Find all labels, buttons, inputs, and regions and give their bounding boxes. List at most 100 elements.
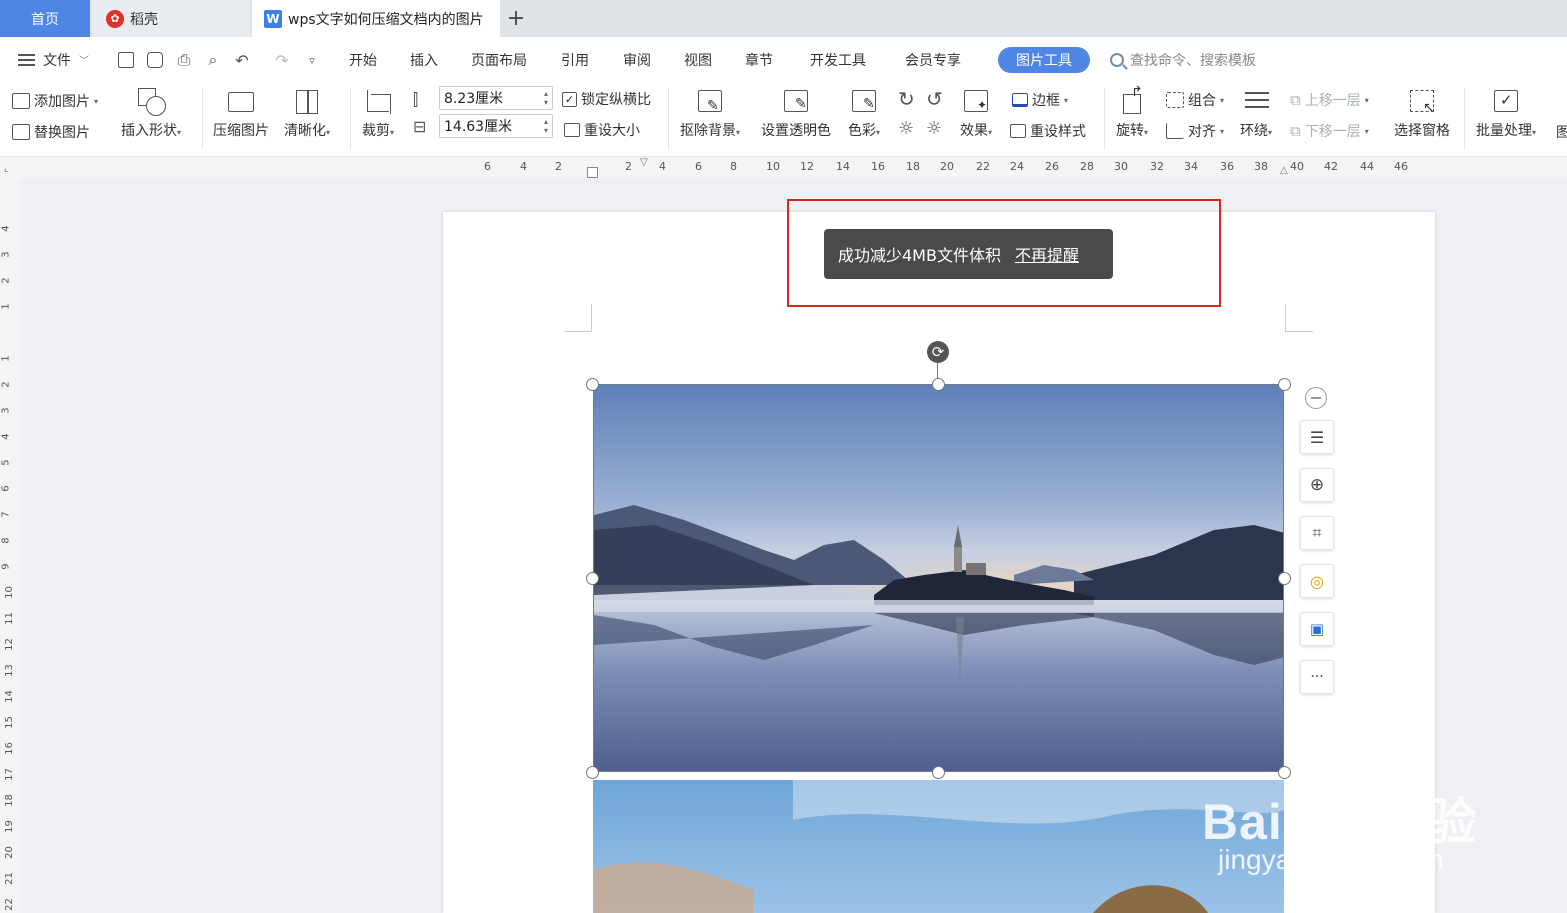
align-button[interactable]: 对齐 ▾ bbox=[1166, 121, 1224, 141]
resize-handle-bottom[interactable] bbox=[932, 766, 945, 779]
tab-home[interactable]: 首页 bbox=[0, 0, 90, 37]
horizontal-ruler[interactable]: ⌞ 6 4 2 2 4 6 8 10 12 14 16 18 20 22 24 26 28 30 32 34 36 38 4… bbox=[0, 157, 1567, 179]
tab-picture-tools[interactable]: 图片工具 bbox=[998, 47, 1090, 73]
transparent-color-icon: ✎ bbox=[781, 88, 811, 116]
crop-tool-icon[interactable]: ⌗ bbox=[1300, 516, 1334, 550]
lock-ratio-label: 锁定纵横比 bbox=[581, 92, 651, 108]
ribbon-separator bbox=[668, 88, 669, 150]
reset-style-button[interactable]: 重设样式 bbox=[1010, 121, 1086, 141]
contrast-up-icon[interactable]: ☼ bbox=[898, 118, 914, 139]
align-label: 对齐 bbox=[1188, 124, 1216, 140]
print-preview-icon[interactable]: ⌕ bbox=[203, 50, 223, 70]
resize-handle-top-left[interactable] bbox=[586, 378, 599, 391]
replace-picture-button[interactable]: 替换图片 bbox=[12, 122, 90, 142]
menu-start[interactable]: 开始 bbox=[349, 37, 377, 82]
zoom-in-icon[interactable]: ⊕ bbox=[1300, 468, 1334, 502]
effects-icon: ✦ bbox=[961, 88, 991, 116]
rotate-handle-icon[interactable]: ⟳ bbox=[927, 341, 949, 363]
more-ribbon-button[interactable]: 图 bbox=[1556, 122, 1567, 142]
lock-ratio-checkbox[interactable]: ✓ 锁定纵横比 bbox=[562, 89, 651, 109]
ruler-tick-label: 30 bbox=[1114, 160, 1128, 173]
sharpen-button[interactable]: 清晰化▾ bbox=[284, 88, 330, 140]
group-button[interactable]: 组合 ▾ bbox=[1166, 90, 1224, 110]
bring-forward-button[interactable]: ⧉ 上移一层 ▾ bbox=[1290, 90, 1369, 110]
rotate-button[interactable]: ↱ 旋转▾ bbox=[1116, 84, 1148, 140]
search-placeholder: 查找命令、搜索模板 bbox=[1130, 53, 1256, 69]
batch-process-icon: ✓ bbox=[1491, 88, 1521, 116]
menu-references[interactable]: 引用 bbox=[561, 37, 589, 82]
tab-bar: 首页 ✿ 稻壳 W wps文字如何压缩文档内的图片 + bbox=[0, 0, 1567, 37]
border-button[interactable]: 边框 ▾ bbox=[1012, 90, 1068, 110]
second-picture[interactable] bbox=[593, 780, 1284, 913]
ruler-tick-label: 1 bbox=[0, 303, 12, 310]
save-icon[interactable] bbox=[116, 50, 136, 70]
selected-picture[interactable] bbox=[593, 384, 1284, 772]
wrap-button[interactable]: 环绕▾ bbox=[1240, 88, 1272, 140]
resize-handle-top[interactable] bbox=[932, 378, 945, 391]
color-button[interactable]: ✎ 色彩▾ bbox=[848, 88, 880, 140]
reset-size-icon bbox=[564, 123, 580, 137]
smart-suggestion-icon[interactable]: ◎ bbox=[1300, 564, 1334, 598]
file-menu-button[interactable]: 文件 ﹀ bbox=[18, 37, 89, 82]
group-label: 组合 bbox=[1188, 93, 1216, 109]
tab-document[interactable]: W wps文字如何压缩文档内的图片 bbox=[252, 0, 500, 37]
ruler-tick-label: 9 bbox=[0, 563, 12, 570]
vertical-ruler[interactable]: 4 3 2 1 1 2 3 4 5 6 7 8 9 10 11 12 13 14 15 16 17 18 19 20 21 22 bbox=[0, 179, 20, 913]
effects-button[interactable]: ✦ 效果▾ bbox=[960, 88, 992, 140]
export-pdf-icon[interactable] bbox=[145, 50, 165, 70]
right-indent-marker[interactable]: △ bbox=[1280, 165, 1288, 176]
menu-insert[interactable]: 插入 bbox=[410, 37, 438, 82]
resize-handle-top-right[interactable] bbox=[1278, 378, 1291, 391]
more-options-icon[interactable]: ··· bbox=[1300, 660, 1334, 694]
ruler-tick-label: 6 bbox=[695, 160, 702, 173]
insert-shape-button[interactable]: 插入形状▾ bbox=[121, 88, 181, 140]
set-transparent-label: 设置透明色 bbox=[761, 123, 831, 139]
selection-pane-button[interactable]: ↖ 选择窗格 bbox=[1394, 88, 1450, 140]
layout-options-icon[interactable]: ☰ bbox=[1300, 420, 1334, 454]
contrast-down-icon[interactable]: ☼ bbox=[926, 118, 942, 139]
remove-background-button[interactable]: ✎ 抠除背景▾ bbox=[680, 88, 740, 140]
customize-toolbar-icon[interactable]: ▿ bbox=[302, 50, 322, 70]
undo-icon[interactable]: ↶ bbox=[232, 50, 252, 70]
menu-developer[interactable]: 开发工具 bbox=[810, 37, 866, 82]
left-indent-marker[interactable] bbox=[587, 167, 598, 178]
menu-view[interactable]: 视图 bbox=[684, 37, 712, 82]
height-spinner-icon[interactable]: ▴ ▾ bbox=[544, 89, 548, 107]
menu-page-layout[interactable]: 页面布局 bbox=[471, 37, 527, 82]
new-tab-button[interactable]: + bbox=[506, 4, 526, 32]
ruler-tick-label: 44 bbox=[1360, 160, 1374, 173]
tab-home-label: 首页 bbox=[31, 11, 59, 28]
resize-handle-left[interactable] bbox=[586, 572, 599, 585]
resize-handle-right[interactable] bbox=[1278, 572, 1291, 585]
batch-process-button[interactable]: ✓ 批量处理▾ bbox=[1476, 88, 1536, 140]
tab-daoke[interactable]: ✿ 稻壳 bbox=[92, 0, 250, 37]
ruler-tick-label: 14 bbox=[3, 690, 15, 703]
crop-button[interactable]: 裁剪▾ bbox=[362, 88, 394, 140]
first-line-indent-marker[interactable]: ▽ bbox=[640, 157, 648, 168]
color-label: 色彩 bbox=[848, 123, 876, 139]
add-picture-button[interactable]: 添加图片 ▾ bbox=[12, 91, 98, 111]
bring-forward-icon: ⧉ bbox=[1290, 91, 1301, 109]
width-spinner-icon[interactable]: ▴ ▾ bbox=[544, 117, 548, 135]
height-input[interactable]: 8.23厘米 ▴ ▾ bbox=[439, 86, 553, 110]
brightness-down-icon[interactable]: ↺ bbox=[926, 87, 943, 111]
print-icon[interactable]: ⎙ bbox=[174, 50, 194, 70]
ruler-tick-label: 10 bbox=[766, 160, 780, 173]
send-backward-button[interactable]: ⧉ 下移一层 ▾ bbox=[1290, 121, 1369, 141]
compress-picture-button[interactable]: 压缩图片 bbox=[213, 88, 269, 140]
menu-member[interactable]: 会员专享 bbox=[905, 37, 961, 82]
ruler-tick-label: 24 bbox=[1010, 160, 1024, 173]
collapse-toolbar-icon[interactable] bbox=[1305, 387, 1327, 409]
resize-handle-bottom-left[interactable] bbox=[586, 766, 599, 779]
menu-review[interactable]: 审阅 bbox=[623, 37, 651, 82]
reset-size-button[interactable]: 重设大小 bbox=[564, 120, 640, 140]
dont-remind-link[interactable]: 不再提醒 bbox=[1015, 242, 1079, 266]
redo-icon[interactable]: ↷ bbox=[272, 50, 292, 70]
brightness-up-icon[interactable]: ↻ bbox=[898, 87, 915, 111]
picture-to-text-icon[interactable]: ▣ bbox=[1300, 612, 1334, 646]
set-transparent-button[interactable]: ✎ 设置透明色 bbox=[761, 88, 831, 140]
command-search[interactable]: 查找命令、搜索模板 bbox=[1110, 47, 1256, 73]
width-input[interactable]: 14.63厘米 ▴ ▾ bbox=[439, 114, 553, 138]
menu-chapter[interactable]: 章节 bbox=[745, 37, 773, 82]
batch-process-label: 批量处理 bbox=[1476, 123, 1532, 139]
